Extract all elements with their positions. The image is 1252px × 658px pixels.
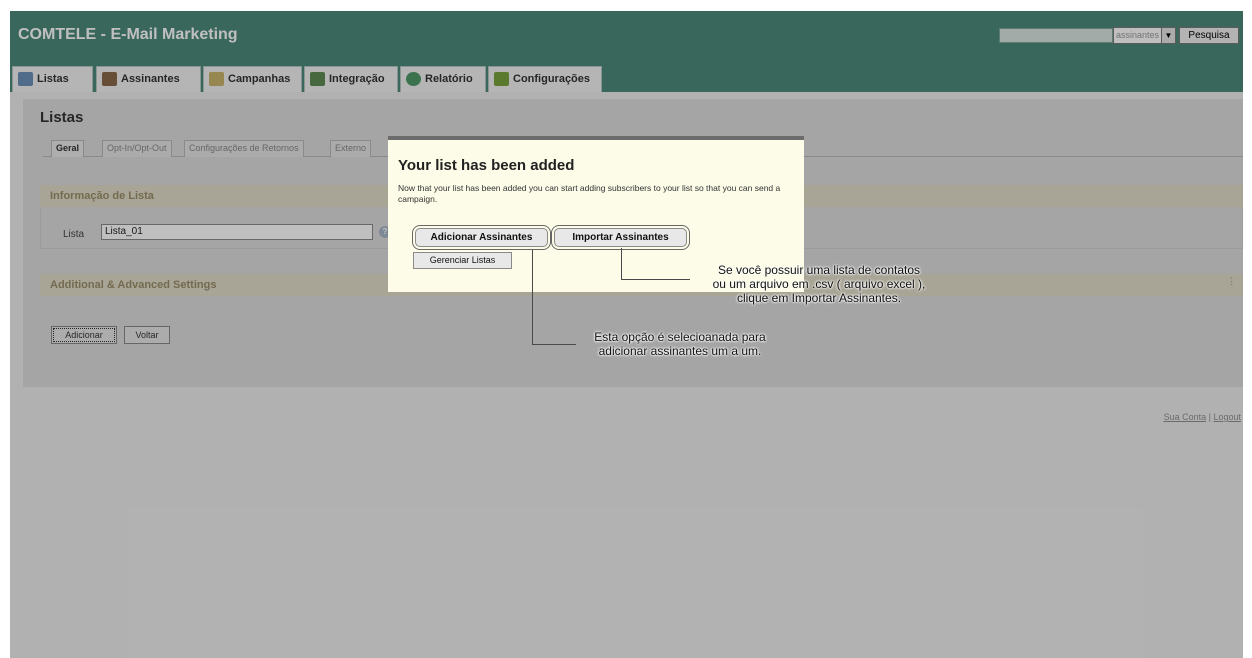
import-callout-line2: ou um arquivo em .csv ( arquivo excel ), (712, 277, 926, 291)
dialog-title: Your list has been added (398, 157, 575, 174)
import-subscribers-button[interactable]: Importar Assinantes (554, 228, 687, 247)
add-callout-line1: Esta opção é selecioanada para (594, 330, 766, 344)
add-callout: Esta opção é selecioanada para adicionar… (570, 330, 790, 358)
app-window: COMTELE - E-Mail Marketing assinantes ▼ … (10, 11, 1243, 658)
manage-lists-button[interactable]: Gerenciar Listas (413, 252, 512, 269)
footer-links: Sua Conta | Logout (1164, 412, 1241, 422)
import-callout-line (621, 248, 690, 280)
import-callout-line1: Se você possuir uma lista de contatos (717, 263, 921, 277)
add-subscribers-button[interactable]: Adicionar Assinantes (415, 228, 548, 247)
account-link[interactable]: Sua Conta (1164, 412, 1207, 422)
dialog-message: Now that your list has been added you ca… (398, 183, 781, 204)
footer-separator: | (1208, 412, 1211, 422)
import-callout-line3: clique em Importar Assinantes. (736, 291, 902, 305)
add-callout-line2: adicionar assinantes um a um. (598, 344, 762, 358)
import-callout: Se você possuir uma lista de contatos ou… (684, 263, 954, 305)
logout-link[interactable]: Logout (1213, 412, 1241, 422)
